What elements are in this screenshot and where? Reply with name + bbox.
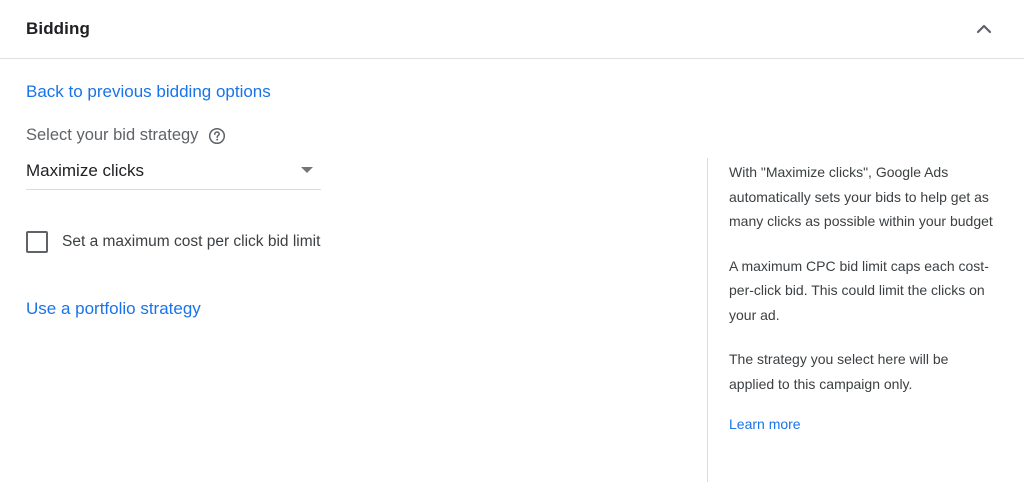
- max-cpc-checkbox-label[interactable]: Set a maximum cost per click bid limit: [62, 233, 320, 251]
- bid-strategy-label-row: Select your bid strategy: [26, 126, 226, 145]
- bid-strategy-label: Select your bid strategy: [26, 126, 199, 144]
- dropdown-arrow-icon: [301, 167, 313, 173]
- help-circle-icon[interactable]: [208, 127, 226, 145]
- back-to-previous-bidding-link[interactable]: Back to previous bidding options: [26, 82, 271, 102]
- bid-strategy-select[interactable]: Maximize clicks: [26, 152, 321, 190]
- side-panel-paragraph: A maximum CPC bid limit caps each cost-p…: [729, 257, 989, 323]
- use-portfolio-strategy-link[interactable]: Use a portfolio strategy: [26, 299, 201, 319]
- section-title: Bidding: [26, 19, 90, 38]
- bid-strategy-selected-value: Maximize clicks: [26, 161, 145, 180]
- side-panel-paragraph: With "Maximize clicks", Google Ads autom…: [729, 164, 993, 229]
- max-cpc-checkbox-row[interactable]: Set a maximum cost per click bid limit: [26, 231, 320, 253]
- side-panel-paragraph: The strategy you select here will be app…: [729, 351, 949, 392]
- bidding-section-header: Bidding: [0, 0, 1024, 59]
- collapse-button[interactable]: [970, 15, 998, 43]
- learn-more-link[interactable]: Learn more: [729, 416, 801, 432]
- max-cpc-checkbox[interactable]: [26, 231, 48, 253]
- help-side-panel: With "Maximize clicks", Google Ads autom…: [707, 158, 997, 482]
- chevron-up-icon: [976, 24, 992, 34]
